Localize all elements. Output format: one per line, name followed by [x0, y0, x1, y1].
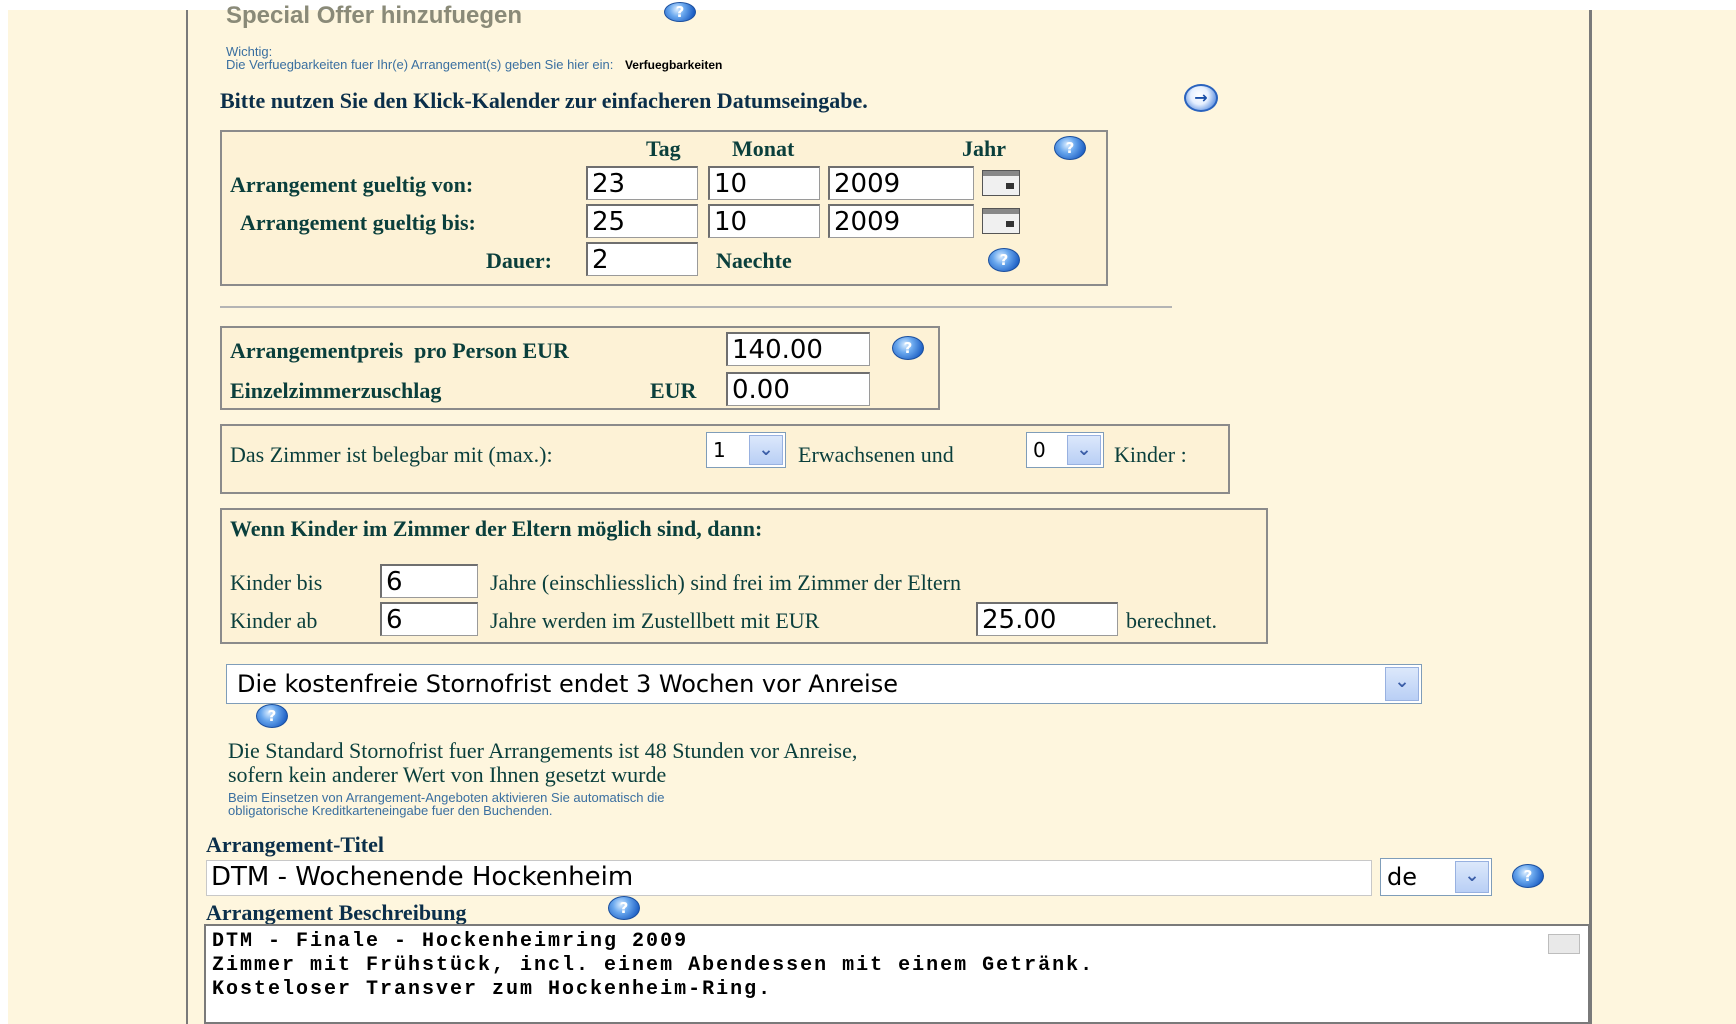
right-divider	[1589, 10, 1592, 1024]
col-day-label: Tag	[646, 136, 681, 161]
separator-line	[220, 306, 1172, 308]
to-day-input[interactable]: 25	[586, 204, 698, 238]
duration-label: Dauer:	[486, 248, 552, 273]
free-age-text: Jahre (einschliesslich) sind frei im Zim…	[490, 570, 962, 595]
children-value: 0	[1033, 438, 1046, 462]
language-select[interactable]: de ⌄	[1380, 858, 1492, 896]
to-label: Arrangement gueltig bis:	[240, 210, 476, 235]
single-supplement-input[interactable]: 0.00	[726, 372, 870, 406]
next-arrow-icon[interactable]: →	[1184, 84, 1218, 112]
availability-text: Die Verfuegbarkeiten fuer Ihr(e) Arrange…	[226, 57, 722, 72]
price-label: Arrangementpreis pro Person EUR	[230, 338, 569, 363]
from-calendar-icon[interactable]	[982, 170, 1020, 196]
children-heading: Wenn Kinder im Zimmer der Eltern möglich…	[230, 516, 763, 541]
bed-price-input[interactable]: 25.00	[976, 602, 1118, 636]
to-month-input[interactable]: 10	[708, 204, 820, 238]
occupancy-text-mid: Erwachsenen und	[798, 442, 954, 467]
availability-link[interactable]: Verfuegbarkeiten	[625, 58, 722, 72]
description-help-icon[interactable]: ?	[608, 896, 640, 920]
cancellation-info-line2: sofern kein anderer Wert von Ihnen geset…	[228, 762, 667, 787]
title-help-icon[interactable]: ?	[664, 2, 696, 22]
scrollbar-up-button[interactable]	[1548, 934, 1580, 954]
title-label: Arrangement-Titel	[206, 832, 384, 857]
bed-age-text: Jahre werden im Zustellbett mit EUR	[490, 608, 820, 633]
to-year-input[interactable]: 2009	[828, 204, 974, 238]
language-value: de	[1387, 863, 1417, 891]
cancellation-info-line1: Die Standard Stornofrist fuer Arrangemen…	[228, 738, 858, 763]
from-day-input[interactable]: 23	[586, 166, 698, 200]
col-year-label: Jahr	[962, 136, 1006, 161]
cancellation-help-icon[interactable]: ?	[256, 704, 288, 728]
occupancy-text-after: Kinder :	[1114, 442, 1187, 467]
price-input[interactable]: 140.00	[726, 332, 870, 366]
description-line-2: Zimmer mit Frühstück, incl. einem Abende…	[212, 954, 1095, 977]
from-year-input[interactable]: 2009	[828, 166, 974, 200]
bed-price-suffix: berechnet.	[1126, 608, 1217, 633]
col-month-label: Monat	[732, 136, 795, 161]
description-line-3: Kosteloser Transver zum Hockenheim-Ring.	[212, 978, 773, 1001]
page-title: Special Offer hinzufuegen	[226, 2, 523, 29]
adults-select[interactable]: 1 ⌄	[706, 432, 786, 468]
cancellation-select[interactable]: Die kostenfreie Stornofrist endet 3 Woch…	[226, 664, 1422, 704]
calendar-hint: Bitte nutzen Sie den Klick-Kalender zur …	[220, 88, 868, 113]
free-age-input[interactable]: 6	[380, 564, 478, 598]
duration-help-icon[interactable]: ?	[988, 248, 1020, 272]
creditcard-note-line2: obligatorische Kreditkarteneingabe fuer …	[228, 803, 553, 818]
to-calendar-icon[interactable]	[982, 208, 1020, 234]
bed-age-label: Kinder ab	[230, 608, 318, 633]
left-divider	[186, 10, 188, 1024]
chevron-down-icon[interactable]: ⌄	[749, 435, 783, 465]
description-line-1: DTM - Finale - Hockenheimring 2009	[212, 930, 689, 953]
adults-value: 1	[713, 438, 726, 462]
chevron-down-icon[interactable]: ⌄	[1067, 435, 1101, 465]
description-textarea[interactable]: DTM - Finale - Hockenheimring 2009 Zimme…	[204, 924, 1590, 1024]
nights-label: Naechte	[716, 248, 792, 273]
occupancy-text-before: Das Zimmer ist belegbar mit (max.):	[230, 442, 553, 467]
free-age-label: Kinder bis	[230, 570, 323, 595]
chevron-down-icon[interactable]: ⌄	[1455, 861, 1489, 893]
from-label: Arrangement gueltig von:	[230, 172, 474, 197]
availability-description: Die Verfuegbarkeiten fuer Ihr(e) Arrange…	[226, 57, 614, 72]
cancellation-value: Die kostenfreie Stornofrist endet 3 Woch…	[237, 670, 898, 698]
chevron-down-icon[interactable]: ⌄	[1385, 667, 1419, 701]
single-supplement-label: Einzelzimmerzuschlag	[230, 378, 442, 403]
single-currency-label: EUR	[650, 378, 697, 403]
title-help-icon[interactable]: ?	[1512, 864, 1544, 888]
description-label: Arrangement Beschreibung	[206, 900, 467, 925]
bed-age-input[interactable]: 6	[380, 602, 478, 636]
children-select[interactable]: 0 ⌄	[1026, 432, 1104, 468]
from-month-input[interactable]: 10	[708, 166, 820, 200]
price-help-icon[interactable]: ?	[892, 336, 924, 360]
title-input[interactable]: DTM - Wochenende Hockenheim	[206, 860, 1372, 896]
duration-input[interactable]: 2	[586, 242, 698, 276]
date-help-icon[interactable]: ?	[1054, 136, 1086, 160]
